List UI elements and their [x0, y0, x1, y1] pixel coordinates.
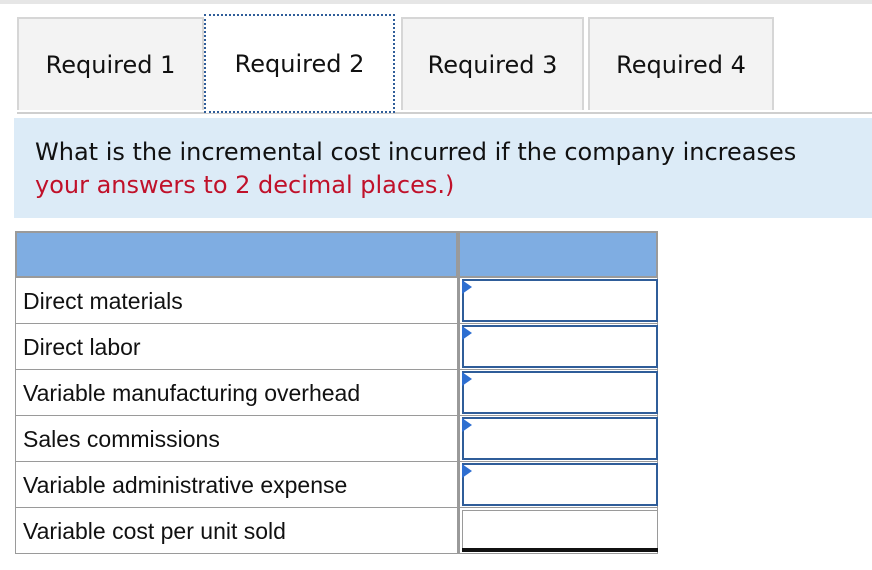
- top-rule: [0, 0, 872, 4]
- input-marker-icon: [462, 280, 472, 294]
- tab-required-3[interactable]: Required 3: [401, 17, 584, 110]
- sales-commissions-input[interactable]: [462, 417, 658, 460]
- row-cell: [458, 278, 658, 324]
- question-text: What is the incremental cost incurred if…: [35, 138, 797, 166]
- table-header-value: [458, 231, 658, 278]
- tab-bar: Required 1 Required 2 Required 3 Require…: [17, 14, 872, 114]
- row-cell: [458, 324, 658, 370]
- tab-required-2[interactable]: Required 2: [204, 14, 395, 113]
- row-label-sales-commissions: Sales commissions: [15, 416, 458, 462]
- row-label-variable-manufacturing-overhead: Variable manufacturing overhead: [15, 370, 458, 416]
- variable-manufacturing-overhead-input[interactable]: [462, 371, 658, 414]
- question-instruction: your answers to 2 decimal places.): [35, 171, 455, 199]
- row-label-direct-materials: Direct materials: [15, 278, 458, 324]
- table-row: Variable manufacturing overhead: [15, 370, 658, 416]
- input-marker-icon: [462, 418, 472, 432]
- input-marker-icon: [462, 464, 472, 478]
- table-total-row: Variable cost per unit sold: [15, 508, 658, 554]
- input-marker-icon: [462, 326, 472, 340]
- tab-required-1[interactable]: Required 1: [17, 17, 204, 110]
- row-cell: [458, 370, 658, 416]
- table-header-row: [15, 231, 658, 278]
- question-panel: What is the incremental cost incurred if…: [14, 118, 872, 218]
- direct-labor-input[interactable]: [462, 325, 658, 368]
- table-row: Sales commissions: [15, 416, 658, 462]
- table-row: Direct materials: [15, 278, 658, 324]
- row-label-variable-cost-per-unit-sold: Variable cost per unit sold: [15, 508, 458, 554]
- row-cell: [458, 462, 658, 508]
- total-cell: [458, 508, 658, 554]
- row-label-variable-administrative-expense: Variable administrative expense: [15, 462, 458, 508]
- table-row: Variable administrative expense: [15, 462, 658, 508]
- row-cell: [458, 416, 658, 462]
- tab-divider: [17, 112, 872, 114]
- table-row: Direct labor: [15, 324, 658, 370]
- variable-cost-per-unit-total: [462, 510, 658, 550]
- tab-required-4[interactable]: Required 4: [588, 17, 774, 110]
- answer-table: Direct materials Direct labor Variable m…: [15, 231, 658, 554]
- direct-materials-input[interactable]: [462, 279, 658, 322]
- table-header-label: [15, 231, 458, 278]
- input-marker-icon: [462, 372, 472, 386]
- row-label-direct-labor: Direct labor: [15, 324, 458, 370]
- variable-administrative-expense-input[interactable]: [462, 463, 658, 506]
- double-underline: [462, 548, 658, 552]
